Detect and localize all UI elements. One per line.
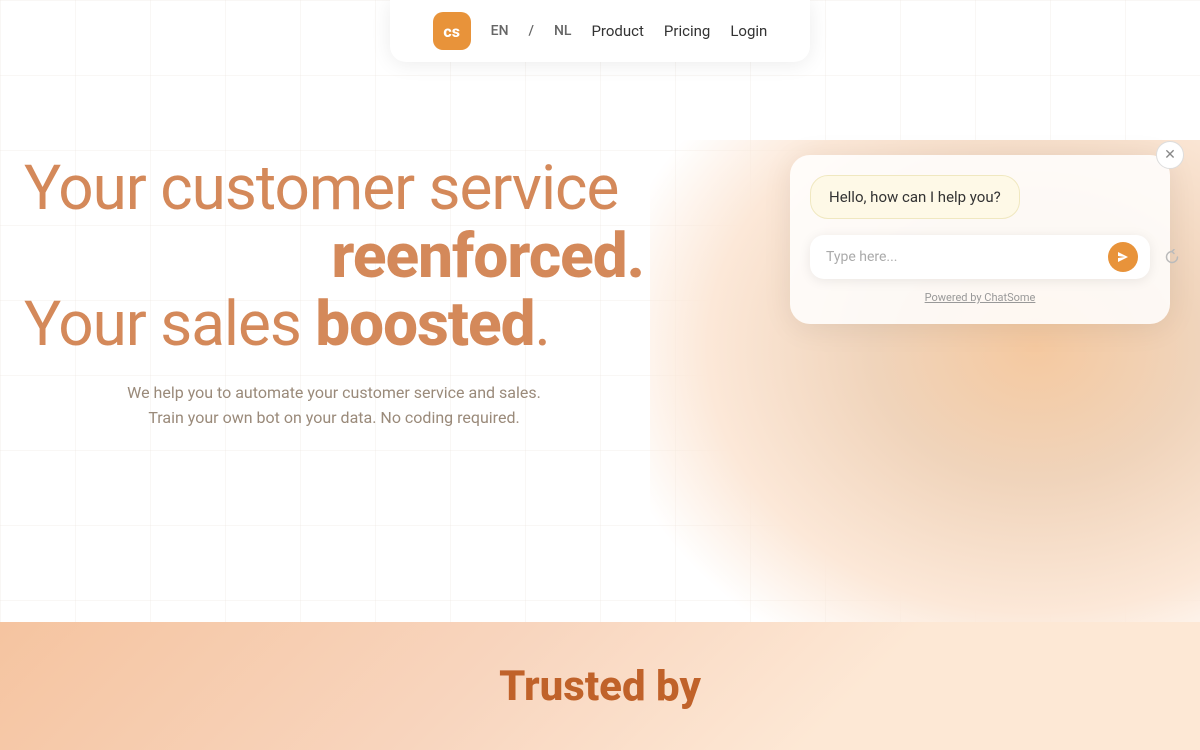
refresh-icon xyxy=(1164,249,1180,265)
nav-product[interactable]: Product xyxy=(591,22,643,40)
trusted-by-title: Trusted by xyxy=(499,662,701,711)
hero-line3-normal: Your sales xyxy=(24,288,315,361)
chat-greeting-text: Hello, how can I help you? xyxy=(829,188,1001,206)
powered-by-text: Powered by ChatSome xyxy=(925,291,1036,304)
chat-input-placeholder: Type here... xyxy=(826,249,1100,265)
hero-line3-bold: boosted xyxy=(315,288,534,361)
hero-subtitle-line1: We help you to automate your customer se… xyxy=(24,380,644,406)
hero-line3: Your sales boosted. xyxy=(24,291,644,359)
hero-section: Your customer service reenforced. Your s… xyxy=(24,155,644,431)
chat-refresh-button[interactable] xyxy=(1158,243,1186,271)
logo-icon[interactable]: cs xyxy=(433,12,471,50)
hero-line2: reenforced. xyxy=(24,223,644,291)
chat-greeting-bubble: Hello, how can I help you? xyxy=(810,175,1020,219)
bottom-section: Trusted by xyxy=(0,622,1200,750)
chat-widget: ✕ Hello, how can I help you? Type here..… xyxy=(790,155,1170,324)
hero-line1: Your customer service xyxy=(24,155,644,223)
lang-en[interactable]: EN xyxy=(491,23,509,39)
navbar: cs EN / NL Product Pricing Login xyxy=(390,0,810,62)
lang-separator: / xyxy=(529,23,534,39)
chat-close-button[interactable]: ✕ xyxy=(1156,141,1184,169)
logo-text: cs xyxy=(443,22,460,41)
send-icon xyxy=(1117,251,1129,263)
chat-powered-by[interactable]: Powered by ChatSome xyxy=(810,291,1150,304)
nav-pricing[interactable]: Pricing xyxy=(664,22,710,40)
chat-send-button[interactable] xyxy=(1108,242,1138,272)
lang-nl[interactable]: NL xyxy=(554,23,572,39)
hero-subtitle-line2: Train your own bot on your data. No codi… xyxy=(24,405,644,431)
nav-login[interactable]: Login xyxy=(730,22,767,40)
hero-line3-end: . xyxy=(535,288,550,361)
chat-input-area: Type here... xyxy=(810,235,1150,279)
hero-subtitle: We help you to automate your customer se… xyxy=(24,380,644,431)
